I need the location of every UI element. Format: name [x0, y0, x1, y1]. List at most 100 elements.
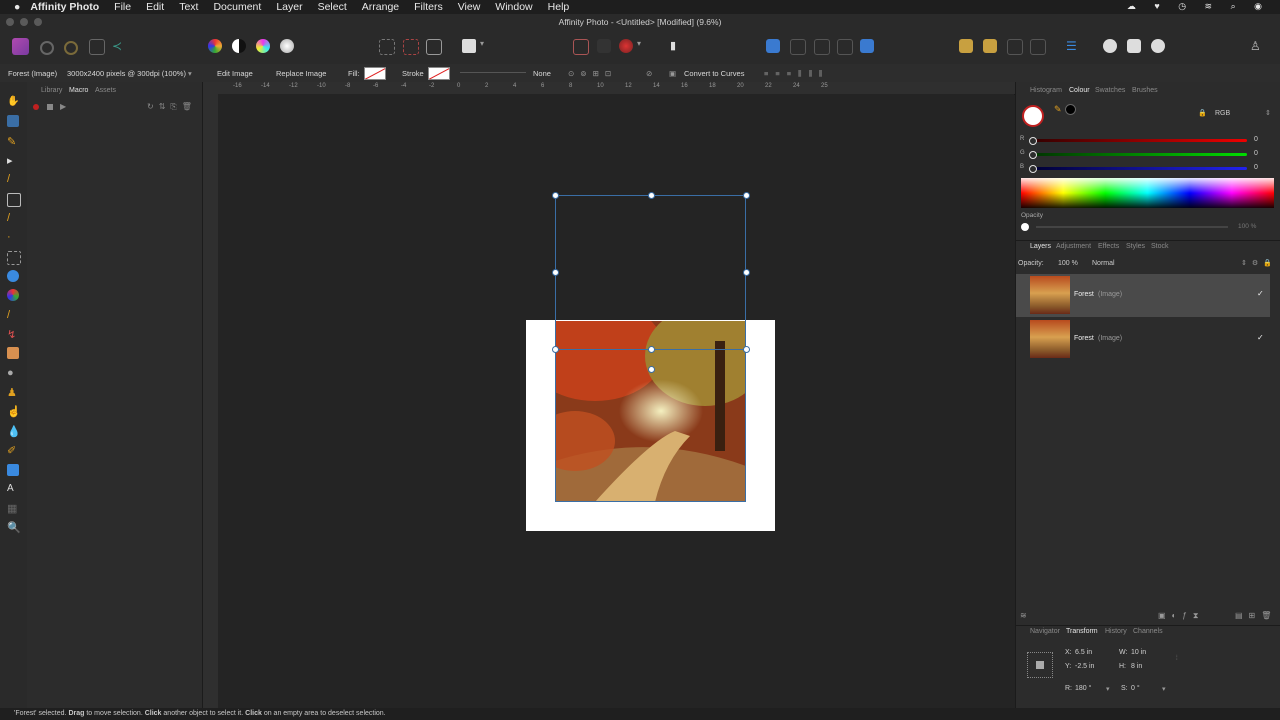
- node-tool-icon[interactable]: ▸: [7, 154, 19, 167]
- boolean-intersect-icon[interactable]: [1151, 39, 1165, 53]
- color-spectrum[interactable]: [1021, 178, 1274, 208]
- curves-icon[interactable]: ▣: [669, 69, 676, 78]
- liquify-persona-icon[interactable]: [40, 41, 54, 55]
- zoom-window-button[interactable]: [34, 18, 42, 26]
- tab-colour[interactable]: Colour: [1069, 87, 1090, 94]
- resize-handle-tl[interactable]: [552, 192, 559, 199]
- chevron-down-icon[interactable]: ▾: [188, 69, 192, 78]
- replace-image-button[interactable]: Replace Image: [276, 69, 326, 78]
- chevron-down-icon[interactable]: ▾: [480, 39, 494, 53]
- resize-handle-l[interactable]: [552, 269, 559, 276]
- tab-transform[interactable]: Transform: [1066, 628, 1098, 635]
- resize-handle-br[interactable]: [743, 346, 750, 353]
- export-persona-icon[interactable]: ≺: [112, 39, 126, 53]
- layer-row[interactable]: Forest (Image) ✓: [1016, 318, 1270, 361]
- order-front-icon[interactable]: [837, 39, 853, 55]
- align-icons[interactable]: ≡≡≡⫼⫼⫼: [764, 69, 829, 79]
- tab-brushes[interactable]: Brushes: [1132, 87, 1158, 94]
- paint-tool-icon[interactable]: /: [7, 309, 19, 321]
- layer-visibility-checkbox[interactable]: ✓: [1257, 333, 1264, 342]
- tab-channels[interactable]: Channels: [1133, 628, 1163, 635]
- x-field[interactable]: 6.5 in: [1075, 649, 1092, 656]
- layer-visibility-checkbox[interactable]: ✓: [1257, 289, 1264, 298]
- play-macro-button[interactable]: ▶: [60, 102, 66, 111]
- apple-icon[interactable]: ●: [14, 1, 20, 13]
- boolean-subtract-icon[interactable]: [1127, 39, 1141, 53]
- text-tool-icon[interactable]: A: [7, 483, 19, 495]
- tab-history[interactable]: History: [1105, 628, 1127, 635]
- clone-tool-icon[interactable]: ♟: [7, 386, 19, 399]
- tab-styles[interactable]: Styles: [1126, 243, 1145, 250]
- transform-icons[interactable]: ⊙⊚⊞⊡: [568, 69, 617, 78]
- opacity-value[interactable]: 100 %: [1238, 223, 1256, 230]
- tab-assets[interactable]: Assets: [95, 87, 116, 94]
- user-account-icon[interactable]: ♙: [1250, 39, 1264, 53]
- anchor-point-selector[interactable]: [1027, 652, 1053, 678]
- snapping-icon[interactable]: [597, 39, 611, 53]
- tab-library[interactable]: Library: [41, 87, 62, 94]
- fill-swatch[interactable]: [364, 67, 386, 80]
- menu-window[interactable]: Window: [495, 1, 532, 13]
- rotate-alt-icon[interactable]: [983, 39, 997, 53]
- resize-handle-r[interactable]: [743, 269, 750, 276]
- eyedropper-icon[interactable]: ✎: [1054, 104, 1062, 115]
- green-slider-knob[interactable]: [1029, 151, 1037, 159]
- stroke-swatch[interactable]: [428, 67, 450, 80]
- close-window-button[interactable]: [6, 18, 14, 26]
- move-tool-icon[interactable]: [7, 115, 19, 127]
- fill-color-well[interactable]: [1022, 105, 1044, 127]
- group-icon[interactable]: [1007, 39, 1023, 55]
- blue-value[interactable]: 0: [1254, 164, 1258, 171]
- marquee-tool-icon[interactable]: [7, 251, 21, 265]
- resize-handle-t[interactable]: [648, 192, 655, 199]
- resize-handle-tr[interactable]: [743, 192, 750, 199]
- red-value[interactable]: 0: [1254, 136, 1258, 143]
- force-pixel-alignment-icon[interactable]: ▮: [666, 39, 680, 53]
- auto-contrast-icon[interactable]: [232, 39, 246, 53]
- tab-stock[interactable]: Stock: [1151, 243, 1169, 250]
- blur-tool-icon[interactable]: 💧: [7, 425, 21, 438]
- red-slider-knob[interactable]: [1029, 137, 1037, 145]
- rotate-icon[interactable]: [959, 39, 973, 53]
- layers-stack-icon[interactable]: ≋: [1020, 611, 1027, 620]
- convert-to-curves-button[interactable]: Convert to Curves: [684, 69, 744, 78]
- chevron-down-icon[interactable]: ▾: [1162, 685, 1166, 693]
- tab-histogram[interactable]: Histogram: [1030, 87, 1062, 94]
- hand-tool-icon[interactable]: ✋: [7, 96, 19, 108]
- auto-colors-icon[interactable]: [256, 39, 270, 53]
- stop-macro-button[interactable]: [47, 104, 53, 110]
- color-model-dropdown[interactable]: RGB: [1215, 110, 1230, 117]
- retouch-tool-icon[interactable]: ↯: [7, 328, 19, 341]
- red-slider[interactable]: [1032, 139, 1247, 142]
- chevron-down-icon[interactable]: ▾: [1106, 685, 1110, 693]
- edit-image-button[interactable]: Edit Image: [217, 69, 253, 78]
- tab-swatches[interactable]: Swatches: [1095, 87, 1125, 94]
- layer-opacity-dropdown[interactable]: 100 %: [1058, 260, 1078, 267]
- auto-levels-icon[interactable]: [208, 39, 222, 53]
- tone-mapping-persona-icon[interactable]: [89, 39, 105, 55]
- smudge-tool-icon[interactable]: ☝: [7, 405, 21, 418]
- pen-tool-icon[interactable]: ✎: [7, 135, 19, 148]
- menu-select[interactable]: Select: [318, 1, 347, 13]
- tab-macro[interactable]: Macro: [69, 87, 88, 94]
- quick-mask-icon[interactable]: [462, 39, 476, 53]
- selection-brush-icon[interactable]: ·: [7, 231, 19, 243]
- record-macro-button[interactable]: [33, 104, 39, 110]
- convert-icon[interactable]: ⊘: [646, 69, 652, 78]
- minimize-window-button[interactable]: [20, 18, 28, 26]
- blend-mode-dropdown[interactable]: Normal: [1092, 260, 1115, 267]
- menu-file[interactable]: File: [114, 1, 131, 13]
- layer-options-icons[interactable]: ⇕⚙🔒: [1241, 259, 1277, 267]
- dodge-tool-icon[interactable]: ●: [7, 367, 19, 379]
- crop-tool-icon[interactable]: [7, 193, 21, 207]
- deselect-icon[interactable]: [403, 39, 419, 55]
- pencil-tool-icon[interactable]: ✐: [7, 444, 19, 457]
- tab-adjustment[interactable]: Adjustment: [1056, 243, 1091, 250]
- layer-manage-icons[interactable]: ▤⊞🗑: [1235, 611, 1277, 620]
- menu-document[interactable]: Document: [213, 1, 261, 13]
- menu-text[interactable]: Text: [179, 1, 198, 13]
- menu-help[interactable]: Help: [548, 1, 570, 13]
- resize-handle-bl[interactable]: [552, 346, 559, 353]
- macro-options-icons[interactable]: ↻⇅⎘🗑: [147, 102, 197, 112]
- tab-effects[interactable]: Effects: [1098, 243, 1119, 250]
